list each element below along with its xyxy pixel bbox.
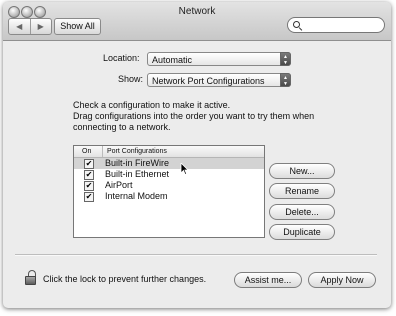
port-name: AirPort xyxy=(105,180,133,190)
location-label: Location: xyxy=(103,53,140,63)
enabled-checkbox[interactable]: ✔ xyxy=(84,170,94,180)
show-value: Network Port Configurations xyxy=(152,76,265,86)
port-configurations-table[interactable]: On Port Configurations ✔ Built-in FireWi… xyxy=(73,145,265,238)
apply-now-button[interactable]: Apply Now xyxy=(308,272,376,288)
show-label: Show: xyxy=(118,74,144,84)
instructions-line-1: Check a configuration to make it active. xyxy=(73,100,231,110)
assist-me-button[interactable]: Assist me... xyxy=(234,272,302,288)
popup-arrows-icon: ▲ ▼ xyxy=(280,73,291,87)
enabled-checkbox[interactable]: ✔ xyxy=(84,181,94,191)
enabled-checkbox[interactable]: ✔ xyxy=(84,192,94,202)
new-button[interactable]: New... xyxy=(269,163,335,179)
title-bar: Network ◀ ▶ Show All xyxy=(3,2,391,41)
port-name: Built-in FireWire xyxy=(105,158,170,168)
table-header: On Port Configurations xyxy=(74,146,264,158)
enabled-checkbox[interactable]: ✔ xyxy=(84,159,94,169)
column-header-on[interactable]: On xyxy=(82,146,91,157)
search-field[interactable] xyxy=(287,17,385,33)
table-row[interactable]: ✔ Built-in Ethernet xyxy=(74,169,264,180)
rename-button[interactable]: Rename xyxy=(269,183,335,199)
table-row[interactable]: ✔ Internal Modem xyxy=(74,191,264,202)
lock-text: Click the lock to prevent further change… xyxy=(43,274,207,284)
show-popup[interactable]: Network Port Configurations ▲ ▼ xyxy=(147,73,291,87)
port-name: Built-in Ethernet xyxy=(105,169,170,179)
lock-icon[interactable] xyxy=(25,270,36,285)
location-popup[interactable]: Automatic ▲ ▼ xyxy=(147,52,291,66)
back-arrow-icon[interactable]: ◀ xyxy=(9,19,31,34)
window-title: Network xyxy=(178,6,216,17)
location-value: Automatic xyxy=(152,55,193,65)
instructions: Check a configuration to make it active.… xyxy=(73,100,373,133)
table-row[interactable]: ✔ Built-in FireWire xyxy=(74,158,264,169)
column-header-port-configurations[interactable]: Port Configurations xyxy=(102,146,167,157)
search-icon xyxy=(293,21,300,28)
show-all-button[interactable]: Show All xyxy=(54,18,101,35)
back-forward-control: ◀ ▶ xyxy=(8,18,52,35)
forward-arrow-icon[interactable]: ▶ xyxy=(31,19,52,34)
table-row[interactable]: ✔ AirPort xyxy=(74,180,264,191)
footer-divider xyxy=(15,254,377,256)
duplicate-button[interactable]: Duplicate xyxy=(269,224,335,240)
network-preferences-window: Network ◀ ▶ Show All Location: Automatic… xyxy=(3,2,391,308)
popup-arrows-icon: ▲ ▼ xyxy=(280,52,291,66)
port-name: Internal Modem xyxy=(105,191,168,201)
mouse-pointer-icon xyxy=(180,163,188,175)
instructions-line-2: Drag configurations into the order you w… xyxy=(73,111,315,121)
delete-button[interactable]: Delete... xyxy=(269,204,335,220)
instructions-line-3: connecting to a network. xyxy=(73,122,171,132)
